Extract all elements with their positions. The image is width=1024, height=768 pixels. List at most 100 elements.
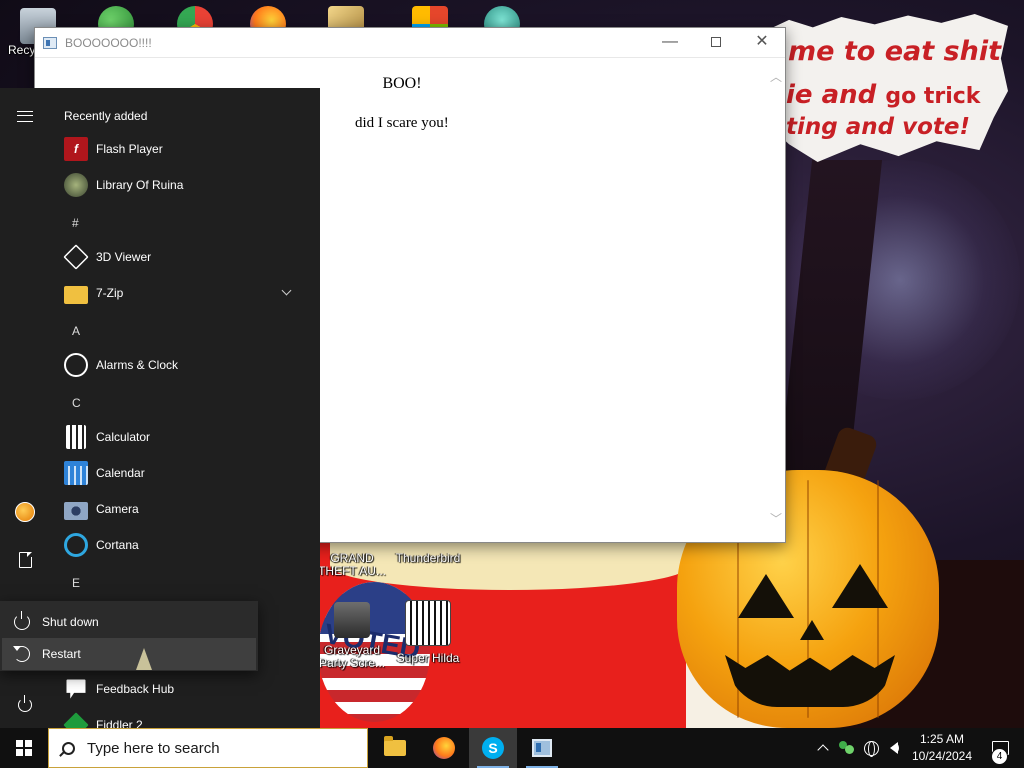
taskbar: Type here to search S 1:25 AM 10/24/2024 — [0, 728, 1024, 768]
taskbar-firefox[interactable] — [420, 728, 468, 768]
skype-taskbar-icon: S — [482, 737, 504, 759]
bubble-text-line2: ie and go trick — [786, 80, 980, 110]
gta-shortcut-label: GRAND THEFT AU... — [318, 551, 386, 578]
list-item-flash-player[interactable]: f Flash Player — [60, 131, 310, 167]
pumpkin-left-eye — [738, 574, 794, 618]
app-window-taskbar-icon — [532, 739, 552, 757]
list-item-label: Alarms & Clock — [96, 358, 179, 372]
thunderbird-shortcut-label: Thunderbird — [395, 551, 461, 565]
chevron-down-icon[interactable] — [281, 285, 292, 296]
taskbar-search-box[interactable]: Type here to search — [48, 728, 368, 768]
notification-count-badge: 4 — [991, 748, 1008, 765]
flash-player-icon: f — [64, 137, 88, 161]
firefox-taskbar-icon — [433, 737, 455, 759]
section-header-c[interactable]: C — [72, 396, 81, 410]
search-icon — [62, 741, 75, 755]
section-header-a[interactable]: A — [72, 324, 80, 338]
scroll-down-icon[interactable]: ﹀ — [770, 510, 782, 527]
account-button[interactable] — [0, 492, 50, 532]
documents-button[interactable] — [0, 540, 50, 580]
calendar-icon — [64, 461, 88, 485]
restart-icon — [13, 646, 30, 662]
minimize-button[interactable]: — — [647, 28, 693, 58]
list-item-calculator[interactable]: Calculator — [60, 419, 310, 455]
tray-volume[interactable] — [883, 728, 905, 768]
expand-menu-button[interactable] — [0, 96, 50, 136]
list-item-label: Library Of Ruina — [96, 178, 184, 192]
chevron-up-icon — [817, 744, 829, 756]
power-options-flyout: Shut down Restart — [0, 601, 258, 671]
window-title: BOOOOOOO!!!! — [65, 36, 152, 50]
camera-icon — [64, 501, 88, 520]
tray-people[interactable] — [836, 728, 858, 768]
graveyard-party-shortcut[interactable]: Graveyard Party Scre... — [312, 602, 392, 670]
list-item-label: 3D Viewer — [96, 250, 152, 264]
list-item-camera[interactable]: Camera — [60, 491, 310, 527]
folder-icon — [64, 285, 88, 304]
avatar — [15, 502, 35, 522]
taskbar-skype[interactable]: S — [469, 728, 517, 768]
scroll-up-icon[interactable]: ︿ — [770, 68, 782, 85]
bubble-text-line1: me to eat shit — [788, 36, 1001, 67]
list-item-calendar[interactable]: Calendar — [60, 455, 310, 491]
search-placeholder: Type here to search — [87, 739, 220, 757]
library-of-ruina-icon — [64, 173, 88, 197]
list-item-library-of-ruina[interactable]: Library Of Ruina — [60, 167, 310, 203]
clock-date: 10/24/2024 — [911, 749, 973, 763]
pumpkin-nose — [800, 620, 824, 640]
file-explorer-icon — [384, 736, 406, 756]
document-icon — [18, 551, 32, 568]
maximize-icon — [711, 36, 721, 47]
taskbar-file-explorer[interactable] — [371, 728, 419, 768]
super-hilda-shortcut-label: Super Hilda — [396, 651, 460, 665]
bubble-text-line2-a: ie and — [786, 80, 877, 110]
restart-label: Restart — [42, 647, 81, 661]
list-item-label: Calculator — [96, 430, 151, 444]
close-button[interactable]: ✕ — [739, 28, 785, 58]
power-icon — [14, 611, 30, 630]
shut-down-label: Shut down — [42, 615, 99, 629]
vertical-scrollbar[interactable]: ︿ ﹀ — [767, 58, 785, 542]
maximize-button[interactable] — [693, 28, 739, 58]
list-item-label: Calendar — [96, 466, 145, 480]
list-item-fiddler[interactable]: Fiddler 2 — [60, 707, 310, 728]
list-item-3d-viewer[interactable]: 3D Viewer — [60, 239, 310, 275]
thunderbird-shortcut[interactable]: Thunderbird — [388, 552, 468, 565]
tray-network[interactable] — [860, 728, 882, 768]
hamburger-icon — [17, 110, 33, 122]
bubble-text-line3: ting and vote! — [786, 114, 970, 140]
pumpkin-right-eye — [832, 564, 888, 608]
graveyard-party-shortcut-label: Graveyard Party Scre... — [318, 643, 386, 670]
fiddler-icon — [63, 712, 89, 728]
list-item-alarms-clock[interactable]: Alarms & Clock — [60, 347, 310, 383]
clock-time: 1:25 AM — [919, 732, 965, 746]
section-header-e[interactable]: E — [72, 576, 80, 590]
list-item-label: Fiddler 2 — [96, 718, 143, 728]
taskbar-app-window[interactable] — [518, 728, 566, 768]
power-button[interactable] — [0, 685, 50, 725]
windows-logo-icon — [16, 740, 32, 756]
start-button[interactable] — [0, 728, 48, 768]
gta-shortcut[interactable]: GRAND THEFT AU... — [312, 552, 392, 578]
calculator-icon — [66, 425, 86, 449]
speaker-icon — [890, 742, 899, 754]
list-item-label: Camera — [96, 502, 139, 516]
super-hilda-shortcut[interactable]: Super Hilda — [388, 600, 468, 665]
3d-viewer-icon — [63, 244, 89, 270]
list-item-feedback-hub[interactable]: Feedback Hub — [60, 671, 310, 707]
recently-added-heading: Recently added — [64, 109, 148, 123]
shut-down-option[interactable]: Shut down — [2, 606, 256, 638]
people-tray-icon — [839, 741, 855, 755]
list-item-label: Feedback Hub — [96, 682, 175, 696]
restart-option[interactable]: Restart — [2, 638, 256, 670]
show-hidden-icons-button[interactable] — [812, 728, 834, 768]
window-titlebar[interactable]: BOOOOOOO!!!! — ✕ — [35, 28, 785, 58]
graveyard-party-icon — [334, 602, 370, 638]
list-item-7zip[interactable]: 7-Zip — [60, 275, 310, 311]
super-hilda-icon — [405, 600, 451, 646]
taskbar-clock[interactable]: 1:25 AM 10/24/2024 — [906, 731, 978, 765]
list-item-cortana[interactable]: Cortana — [60, 527, 310, 563]
section-header-hash[interactable]: # — [72, 216, 79, 230]
list-item-label: Flash Player — [96, 142, 163, 156]
globe-icon — [863, 740, 879, 757]
